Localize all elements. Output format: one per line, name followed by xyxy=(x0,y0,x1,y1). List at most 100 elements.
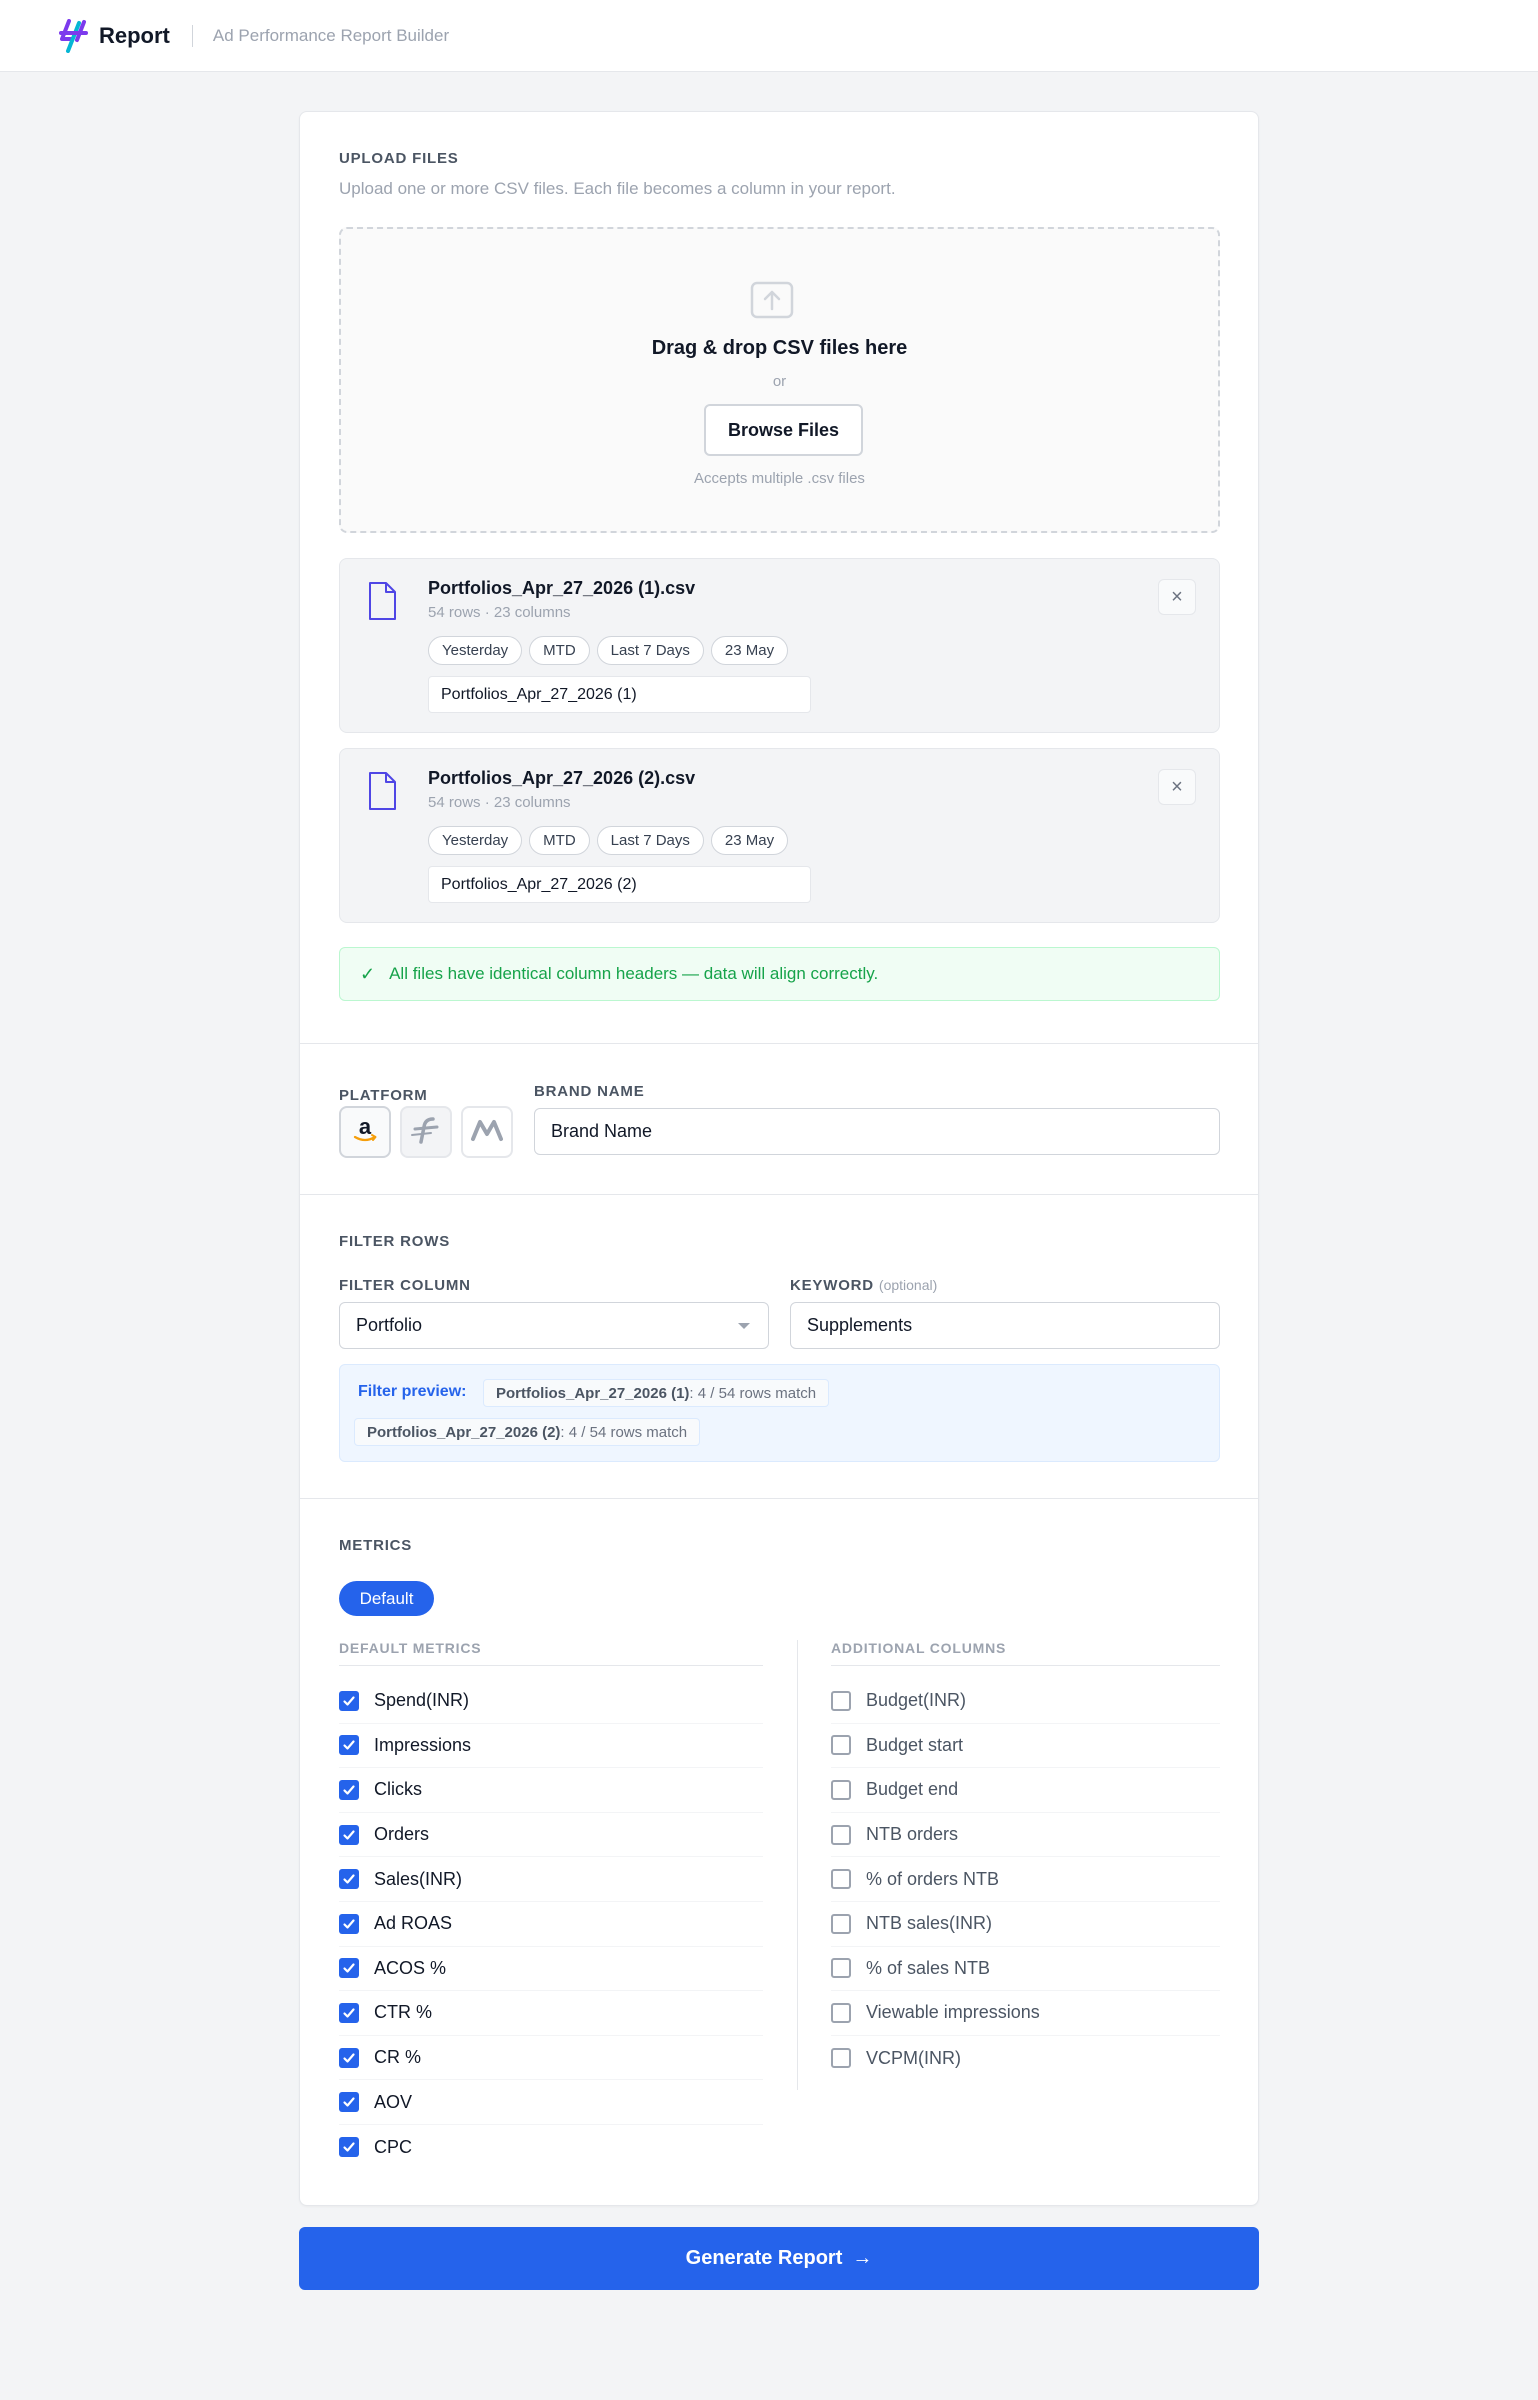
filter-column-select[interactable]: Portfolio xyxy=(339,1302,769,1349)
section-divider xyxy=(300,1498,1258,1499)
tag-23-may[interactable]: 23 May xyxy=(710,636,789,665)
metric-checkbox-row[interactable]: Budget end xyxy=(831,1768,1220,1813)
remove-file-button[interactable]: × xyxy=(1158,769,1196,805)
metric-checkbox-row[interactable]: Clicks xyxy=(339,1768,763,1813)
filter-preview-chip: Portfolios_Apr_27_2026 (2): 4 / 54 rows … xyxy=(354,1418,701,1446)
file-column-label-input[interactable]: Portfolios_Apr_27_2026 (2) xyxy=(428,866,811,903)
checkbox-checked-icon[interactable] xyxy=(339,1779,359,1800)
metric-checkbox-row[interactable]: % of orders NTB xyxy=(831,1857,1220,1902)
metrics-section-label: METRICS xyxy=(339,1537,413,1554)
checkbox-unchecked-icon[interactable] xyxy=(831,1824,851,1845)
checkbox-unchecked-icon[interactable] xyxy=(831,1690,851,1711)
metric-label: NTB sales(INR) xyxy=(866,1913,993,1934)
checkbox-checked-icon[interactable] xyxy=(339,1824,359,1845)
checkbox-checked-icon[interactable] xyxy=(339,1913,359,1934)
date-range-tags: Yesterday MTD Last 7 Days 23 May xyxy=(428,636,789,665)
preset-default-button[interactable]: Default xyxy=(339,1581,434,1616)
checkbox-unchecked-icon[interactable] xyxy=(831,2048,851,2069)
section-divider xyxy=(300,1043,1258,1044)
metric-checkbox-row[interactable]: ACOS % xyxy=(339,1947,763,1992)
upload-description: Upload one or more CSV files. Each file … xyxy=(339,179,896,198)
metric-checkbox-row[interactable]: Budget start xyxy=(831,1724,1220,1769)
file-name: Portfolios_Apr_27_2026 (1).csv xyxy=(428,578,696,598)
metric-checkbox-row[interactable]: VCPM(INR) xyxy=(831,2036,1220,2081)
platform-flipkart-button[interactable] xyxy=(400,1106,452,1158)
tag-23-may[interactable]: 23 May xyxy=(710,826,789,855)
metric-checkbox-row[interactable]: Ad ROAS xyxy=(339,1902,763,1947)
checkbox-checked-icon[interactable] xyxy=(339,1869,359,1890)
additional-columns-list: Budget(INR) Budget start Budget end NTB ord… xyxy=(831,1679,1220,2080)
checkbox-checked-icon[interactable] xyxy=(339,1735,359,1756)
filter-section-label: FILTER ROWS xyxy=(339,1233,451,1250)
tag-yesterday[interactable]: Yesterday xyxy=(428,636,523,665)
tag-last-7-days[interactable]: Last 7 Days xyxy=(596,826,704,855)
checkbox-unchecked-icon[interactable] xyxy=(831,1958,851,1979)
tag-mtd[interactable]: MTD xyxy=(529,826,590,855)
tag-mtd[interactable]: MTD xyxy=(529,636,590,665)
filter-column-label: FILTER COLUMN xyxy=(339,1277,471,1294)
csv-dropzone[interactable]: Drag & drop CSV files here or Browse Fil… xyxy=(339,227,1220,533)
metric-label: % of sales NTB xyxy=(866,1957,991,1978)
checkbox-checked-icon[interactable] xyxy=(339,2002,359,2023)
checkbox-checked-icon[interactable] xyxy=(339,2137,359,2158)
metric-checkbox-row[interactable]: Spend(INR) xyxy=(339,1679,763,1724)
metric-label: Impressions xyxy=(374,1734,472,1755)
myntra-logo-icon xyxy=(470,1118,504,1147)
browse-files-button[interactable]: Browse Files xyxy=(704,404,863,456)
checkbox-unchecked-icon[interactable] xyxy=(831,1913,851,1934)
metric-label: Clicks xyxy=(374,1779,422,1800)
chip-file-name: Portfolios_Apr_27_2026 (2) xyxy=(367,1423,561,1441)
metric-label: % of orders NTB xyxy=(866,1868,1000,1889)
checkbox-unchecked-icon[interactable] xyxy=(831,1779,851,1800)
checkbox-unchecked-icon[interactable] xyxy=(831,2002,851,2023)
platform-label: PLATFORM xyxy=(339,1087,428,1104)
generate-report-label: Generate Report xyxy=(685,2247,843,2269)
file-icon xyxy=(367,581,397,621)
accepts-hint: Accepts multiple .csv files xyxy=(694,470,865,487)
checkbox-checked-icon[interactable] xyxy=(339,1958,359,1979)
tag-yesterday[interactable]: Yesterday xyxy=(428,826,523,855)
metric-checkbox-row[interactable]: CTR % xyxy=(339,1991,763,2036)
file-icon xyxy=(367,771,397,811)
close-icon: × xyxy=(1171,775,1183,798)
remove-file-button[interactable]: × xyxy=(1158,579,1196,615)
file-column-label-input[interactable]: Portfolios_Apr_27_2026 (1) xyxy=(428,676,811,713)
metric-checkbox-row[interactable]: % of sales NTB xyxy=(831,1947,1220,1992)
platform-amazon-button[interactable]: a xyxy=(339,1106,391,1158)
checkbox-checked-icon[interactable] xyxy=(339,2092,359,2113)
brand-name-label: BRAND NAME xyxy=(534,1083,645,1100)
brand-name-input[interactable]: Brand Name xyxy=(534,1108,1220,1155)
metric-checkbox-row[interactable]: Impressions xyxy=(339,1724,763,1769)
metric-checkbox-row[interactable]: NTB sales(INR) xyxy=(831,1902,1220,1947)
checkbox-checked-icon[interactable] xyxy=(339,1690,359,1711)
checkbox-unchecked-icon[interactable] xyxy=(831,1735,851,1756)
checkbox-checked-icon[interactable] xyxy=(339,2047,359,2068)
keyword-optional-hint: (optional) xyxy=(878,1277,938,1293)
keyword-label-text: KEYWORD xyxy=(790,1277,874,1294)
tag-last-7-days[interactable]: Last 7 Days xyxy=(596,636,704,665)
metric-checkbox-row[interactable]: CPC xyxy=(339,2125,763,2170)
filter-preview-label: Filter preview: xyxy=(358,1383,467,1400)
checkbox-unchecked-icon[interactable] xyxy=(831,1869,851,1890)
platform-myntra-button[interactable] xyxy=(461,1106,513,1158)
metric-checkbox-row[interactable]: Sales(INR) xyxy=(339,1857,763,1902)
filter-column-value: Portfolio xyxy=(356,1315,423,1335)
metric-checkbox-row[interactable]: AOV xyxy=(339,2080,763,2125)
metric-label: AOV xyxy=(374,2091,413,2112)
report-builder-card: UPLOAD FILES Upload one or more CSV file… xyxy=(299,111,1259,2206)
app-logo-icon[interactable] xyxy=(57,18,91,53)
flipkart-logo-icon xyxy=(409,1115,443,1150)
amazon-logo-icon: a xyxy=(350,1114,380,1150)
app-subtitle: Ad Performance Report Builder xyxy=(212,25,450,45)
metric-checkbox-row[interactable]: Viewable impressions xyxy=(831,1991,1220,2036)
additional-columns-heading: ADDITIONAL COLUMNS xyxy=(831,1640,1007,1656)
metric-checkbox-row[interactable]: Budget(INR) xyxy=(831,1679,1220,1724)
keyword-input[interactable]: Supplements xyxy=(790,1302,1220,1349)
file-card: Portfolios_Apr_27_2026 (2).csv 54 rows ·… xyxy=(339,748,1220,923)
metric-checkbox-row[interactable]: NTB orders xyxy=(831,1813,1220,1858)
metric-checkbox-row[interactable]: CR % xyxy=(339,2036,763,2081)
generate-report-button[interactable]: Generate Report → xyxy=(299,2227,1259,2290)
metric-label: Budget start xyxy=(866,1734,964,1755)
metric-label: NTB orders xyxy=(866,1824,959,1845)
metric-checkbox-row[interactable]: Orders xyxy=(339,1813,763,1858)
